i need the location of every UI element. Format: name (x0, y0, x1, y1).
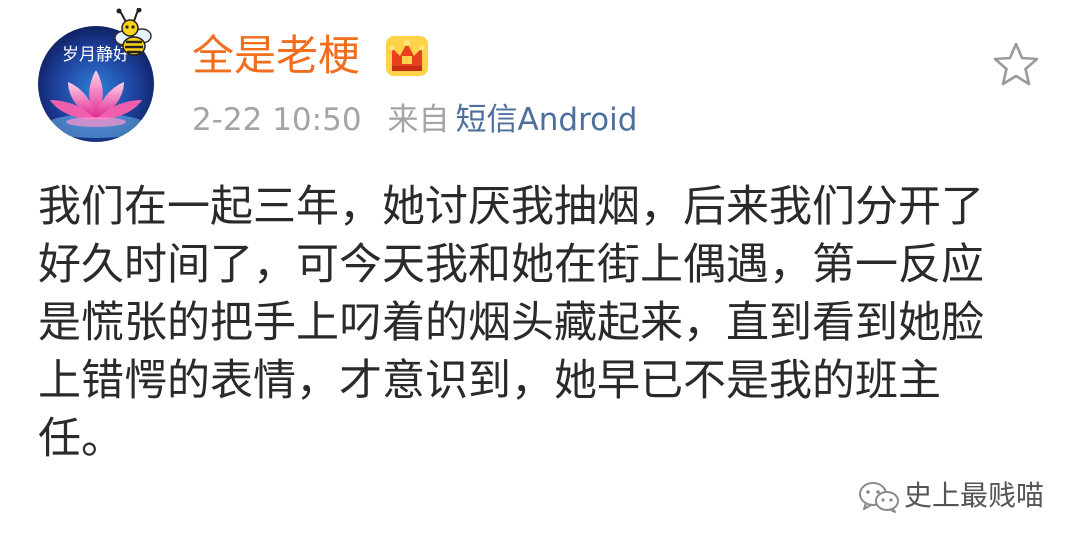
star-outline-icon[interactable] (990, 40, 1042, 90)
post-meta: 2-22 10:50 来自 短信Android (192, 100, 637, 140)
post-content-line: 是慌张的把手上叼着的烟头藏起来，直到看到她脸 (38, 298, 984, 348)
username[interactable]: 全是老梗 (192, 30, 360, 82)
post-content-line: 任。 (38, 414, 124, 464)
watermark-text: 史上最贱喵 (904, 479, 1045, 512)
source-link[interactable]: 短信Android (456, 102, 638, 138)
wechat-icon (859, 482, 899, 513)
weibo-post: 岁月静好 全是老梗 2-22 10:50 来自 短信Android 我们在一起三年，… (0, 0, 1080, 543)
bee-icon (114, 8, 152, 56)
from-label: 来自 (387, 102, 450, 138)
post-content: 我们在一起三年，她讨厌我抽烟，后来我们分开了 好久时间了，可今天我和她在街上偶遇… (38, 178, 1038, 468)
post-time: 2-22 10:50 (192, 102, 362, 138)
post-content-line: 我们在一起三年，她讨厌我抽烟，后来我们分开了 (38, 182, 984, 232)
post-content-line: 好久时间了，可今天我和她在街上偶遇，第一反应 (38, 240, 984, 290)
post-content-line: 上错愕的表情，才意识到，她早已不是我的班主 (38, 356, 941, 406)
crown-badge-icon[interactable] (384, 34, 430, 78)
